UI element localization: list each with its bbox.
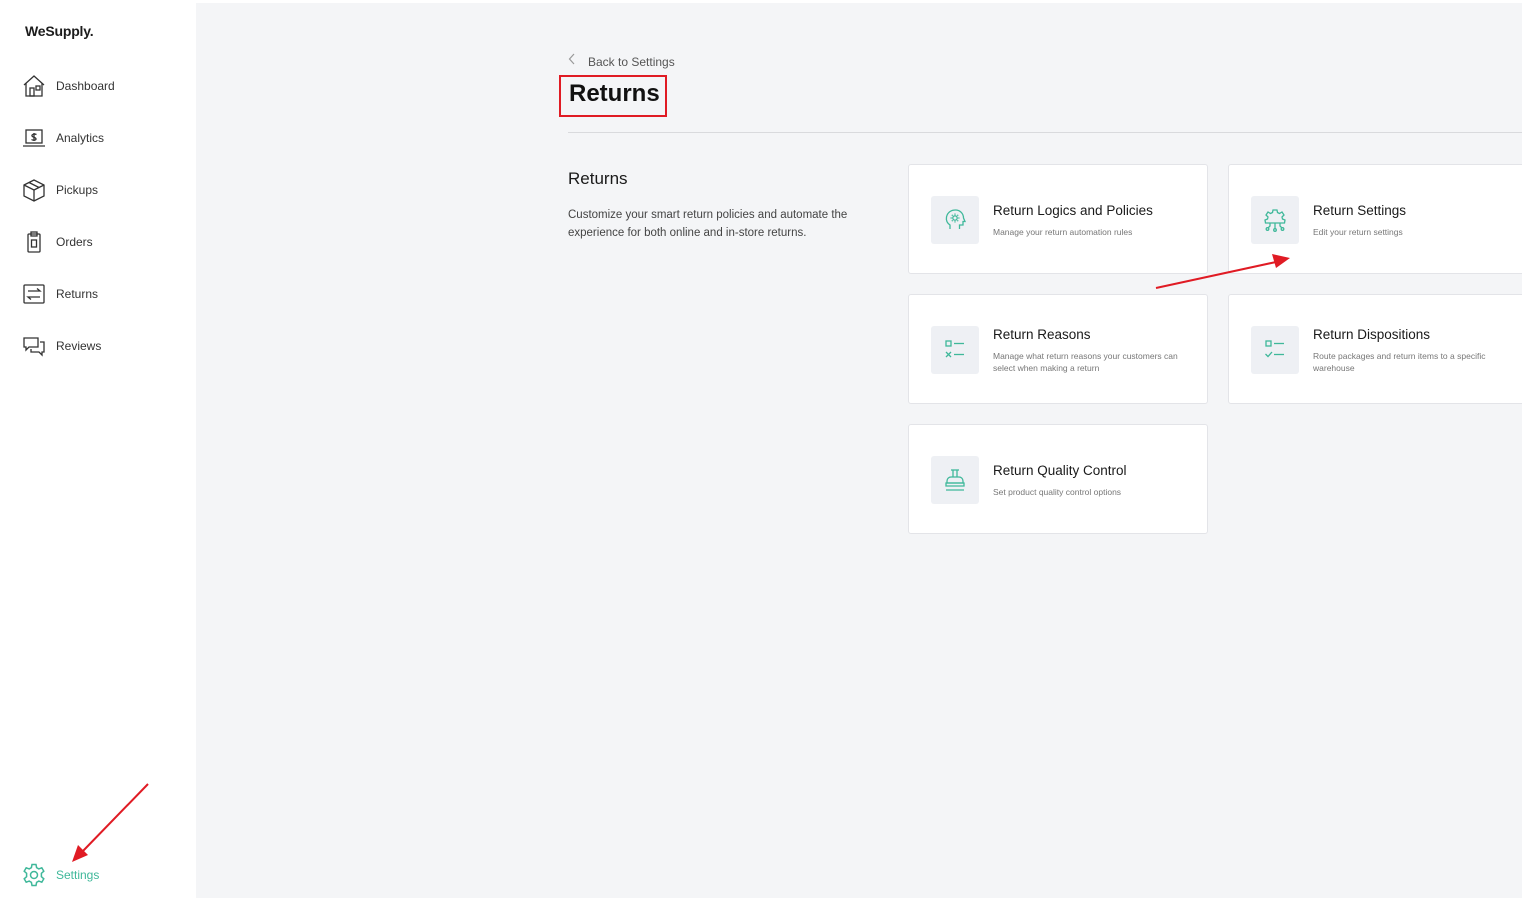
circuit-gear-icon [1251,196,1299,244]
sidebar-item-label: Analytics [56,131,105,145]
card-title: Return Dispositions [1313,327,1431,342]
stamp-icon [931,456,979,504]
sidebar-item-analytics[interactable]: Analytics [20,124,104,152]
box-icon [20,176,48,204]
card-title: Return Reasons [993,327,1091,342]
head-gear-icon [931,196,979,244]
sidebar-item-settings[interactable]: Settings [20,861,99,889]
sidebar-item-dashboard[interactable]: Dashboard [20,72,115,100]
sidebar-item-label: Returns [56,287,99,301]
card-return-quality-control[interactable]: Return Quality Control Set product quali… [908,424,1208,534]
top-strip [196,0,1522,3]
header-divider [568,132,1522,133]
sidebar-item-label: Settings [56,868,100,882]
card-description: Set product quality control options [993,487,1122,497]
card-description: Edit your return settings [1313,227,1403,237]
card-return-dispositions[interactable]: Return Dispositions Route packages and r… [1228,294,1522,404]
chevron-left-icon [568,52,576,71]
chat-icon [20,332,48,360]
sidebar-item-label: Pickups [56,183,99,197]
back-to-settings-link[interactable]: Back to Settings [568,52,675,71]
app-logo: WeSupply. [25,23,94,39]
section-title: Returns [568,169,628,188]
card-description: Manage what return reasons your customer… [993,351,1178,373]
sidebar-item-label: Orders [56,235,93,249]
clipboard-icon [20,228,48,256]
card-return-settings[interactable]: Return Settings Edit your return setting… [1228,164,1522,274]
back-label: Back to Settings [588,54,675,69]
card-return-logics[interactable]: Return Logics and Policies Manage your r… [908,164,1208,274]
home-icon [20,72,48,100]
section-description: Customize your smart return policies and… [568,209,848,239]
gear-icon [20,861,48,889]
returns-icon [20,280,48,308]
sidebar-item-label: Dashboard [56,79,115,93]
annotation-arrows [72,254,1290,862]
card-title: Return Settings [1313,203,1407,218]
card-description: Manage your return automation rules [993,227,1133,237]
sidebar-item-orders[interactable]: Orders [20,228,93,256]
card-return-reasons[interactable]: Return Reasons Manage what return reason… [908,294,1208,404]
checklist-check-icon [1251,326,1299,374]
sidebar-item-returns[interactable]: Returns [20,280,98,308]
card-title: Return Quality Control [993,463,1127,478]
checklist-x-icon [931,326,979,374]
sidebar: WeSupply. Dashboard Analytics Pickups Or… [0,0,196,898]
sidebar-item-pickups[interactable]: Pickups [20,176,98,204]
sidebar-item-label: Reviews [56,339,102,353]
card-title: Return Logics and Policies [993,203,1153,218]
analytics-icon [20,124,48,152]
page-title: Returns [569,80,660,107]
card-description: Route packages and return items to a spe… [1313,351,1486,373]
sidebar-item-reviews[interactable]: Reviews [20,332,101,360]
